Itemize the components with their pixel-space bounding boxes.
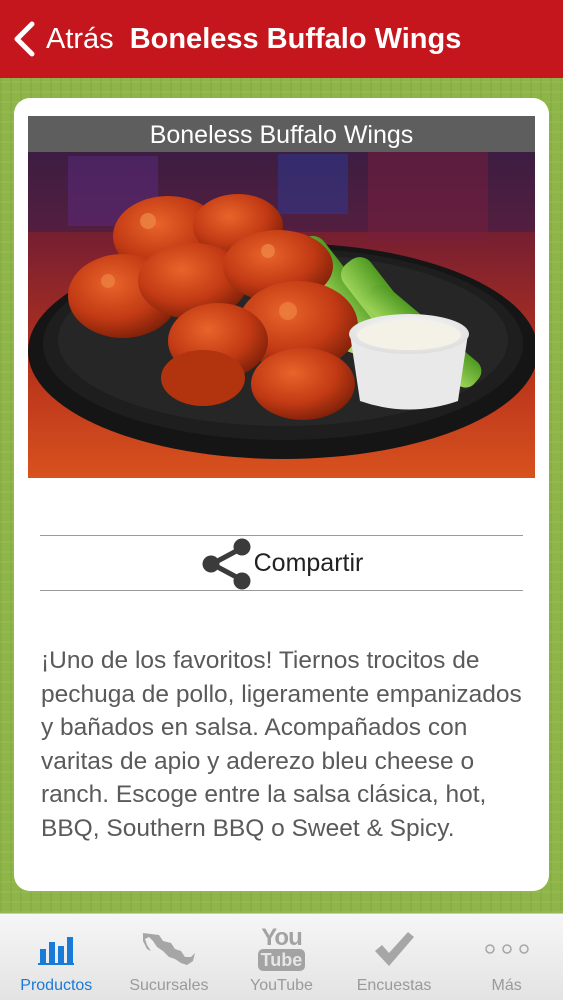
buffalo-wings-image	[28, 116, 535, 478]
navigation-bar: Atrás Boneless Buffalo Wings	[0, 0, 563, 78]
tab-label: Más	[491, 977, 522, 994]
tab-youtube[interactable]: You Tube YouTube	[225, 914, 338, 1000]
image-caption: Boneless Buffalo Wings	[28, 116, 535, 152]
tab-sucursales[interactable]: Sucursales	[113, 914, 226, 1000]
product-photo: Boneless Buffalo Wings	[28, 116, 535, 478]
tab-label: Sucursales	[129, 977, 209, 994]
tab-encuestas[interactable]: Encuestas	[338, 914, 451, 1000]
tab-bar: Productos Sucursales You Tube YouTube En…	[0, 913, 563, 1000]
tab-productos[interactable]: Productos	[0, 914, 113, 1000]
tab-label: Encuestas	[356, 977, 432, 994]
youtube-logo-top: You	[261, 924, 303, 951]
back-button[interactable]: Atrás	[0, 0, 114, 78]
share-button[interactable]: Compartir	[40, 535, 523, 591]
bar-chart-icon	[38, 937, 75, 965]
back-label: Atrás	[46, 22, 114, 55]
tab-label: Productos	[20, 977, 93, 994]
product-description: ¡Uno de los favoritos! Tiernos trocitos …	[41, 647, 522, 842]
checkmark-icon	[375, 932, 415, 966]
chevron-left-icon	[14, 21, 35, 57]
mexico-map-icon	[142, 933, 195, 965]
more-dots-icon	[484, 944, 529, 954]
page-title: Boneless Buffalo Wings	[129, 22, 462, 55]
tab-label: YouTube	[250, 977, 313, 994]
youtube-logo-bottom: Tube	[257, 949, 306, 971]
share-label: Compartir	[253, 548, 364, 577]
share-icon	[202, 538, 251, 590]
tab-mas[interactable]: Más	[450, 914, 563, 1000]
youtube-icon: You Tube	[257, 923, 306, 975]
product-card: Boneless Buffalo Wings Compartir ¡Uno de…	[14, 98, 549, 891]
